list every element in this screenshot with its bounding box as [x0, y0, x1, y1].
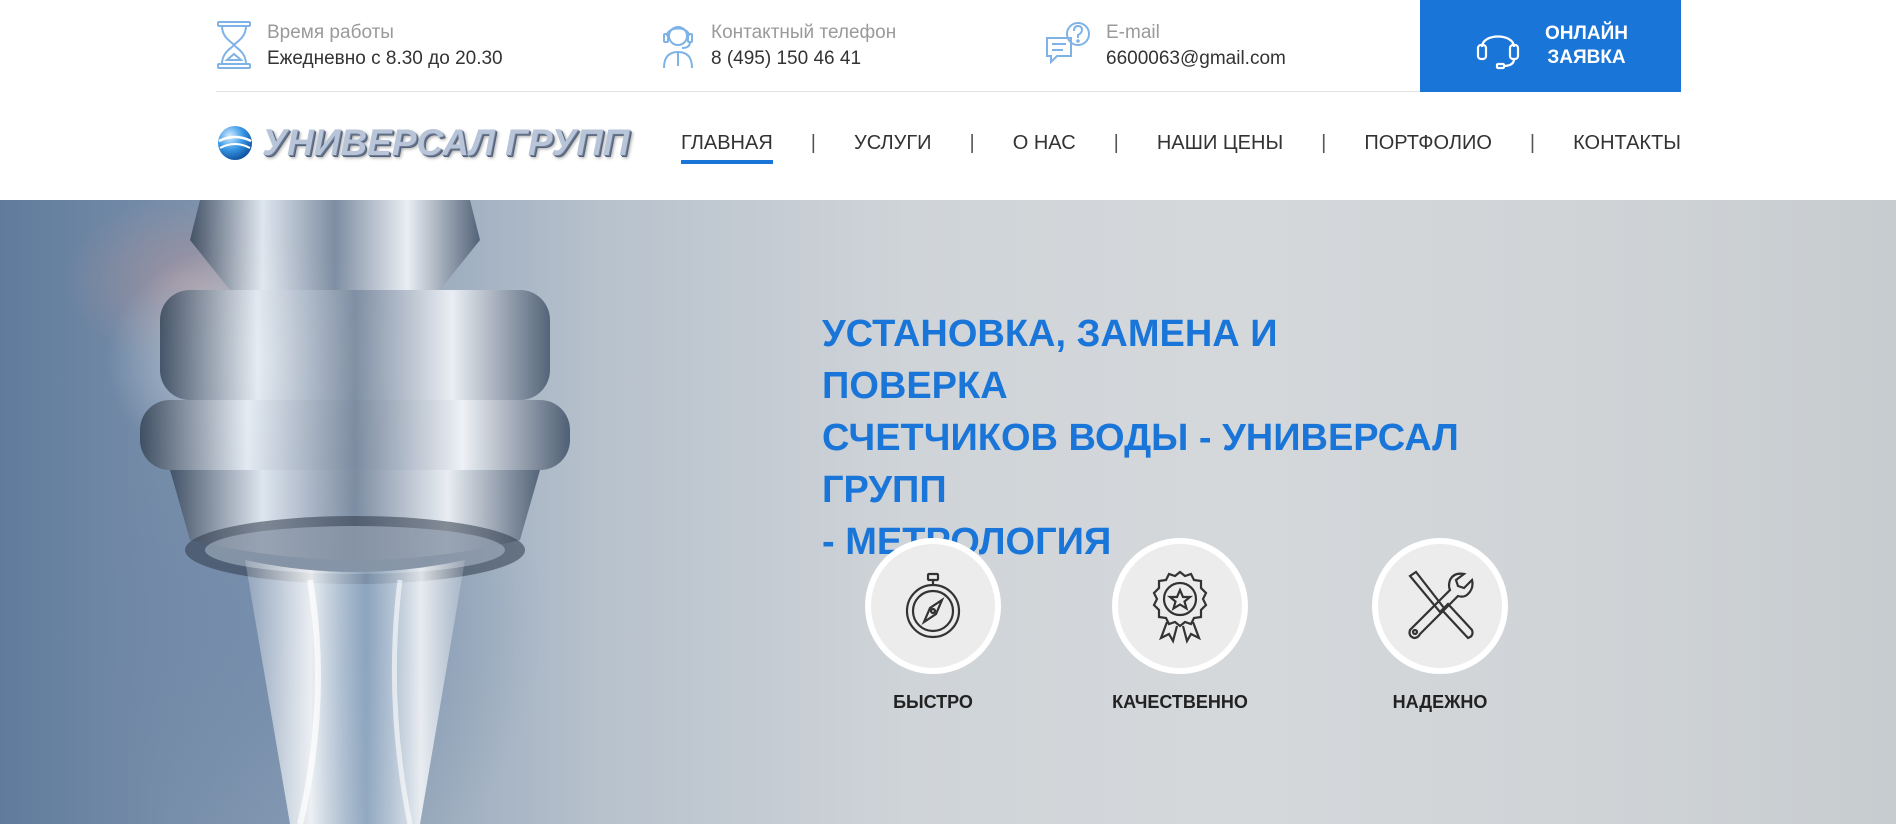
online-request-button[interactable]: ОНЛАЙН ЗАЯВКА [1420, 0, 1681, 92]
hero-banner: УСТАНОВКА, ЗАМЕНА И ПОВЕРКА СЧЕТЧИКОВ ВО… [0, 200, 1896, 824]
header-divider [216, 91, 1420, 92]
phone-block: Контактный телефон 8 (495) 150 46 41 [660, 20, 896, 72]
feature-reliable: НАДЕЖНО [1340, 538, 1540, 713]
nav-item-home[interactable]: ГЛАВНАЯ [681, 132, 773, 164]
award-badge-icon [1152, 570, 1208, 644]
phone-value[interactable]: 8 (495) 150 46 41 [711, 46, 896, 72]
feature-fast: БЫСТРО [833, 538, 1033, 713]
top-bar: Время работы Ежедневно с 8.30 до 20.30 К… [0, 0, 1896, 92]
feature-reliable-label: НАДЕЖНО [1392, 692, 1488, 712]
online-request-line1: ОНЛАЙН [1545, 23, 1628, 44]
nav-item-about[interactable]: О НАС [1013, 132, 1076, 164]
logo-globe-icon [218, 126, 252, 160]
feature-quality-label: КАЧЕСТВЕННО [1112, 692, 1248, 712]
site-logo[interactable]: УНИВЕРСАЛ ГРУПП [216, 122, 629, 164]
feature-fast-circle [865, 538, 1001, 674]
feature-reliable-circle [1372, 538, 1508, 674]
feature-fast-label: БЫСТРО [893, 692, 973, 712]
hero-headline-line1: УСТАНОВКА, ЗАМЕНА И ПОВЕРКА [822, 313, 1278, 407]
nav-item-services[interactable]: УСЛУГИ [854, 132, 932, 164]
nav-separator: | [1321, 132, 1327, 154]
nav-separator: | [810, 132, 816, 154]
hero-headline-line2: СЧЕТЧИКОВ ВОДЫ - УНИВЕРСАЛ ГРУПП [822, 417, 1459, 511]
stopwatch-compass-icon [905, 572, 961, 639]
hero-headline: УСТАНОВКА, ЗАМЕНА И ПОВЕРКА СЧЕТЧИКОВ ВО… [822, 308, 1462, 568]
feature-quality-circle [1112, 538, 1248, 674]
email-block: E-mail 6600063@gmail.com [1045, 20, 1286, 72]
operator-icon [663, 26, 693, 69]
headset-icon [1476, 35, 1520, 70]
online-request-line2: ЗАЯВКА [1547, 47, 1626, 68]
nav-item-prices[interactable]: НАШИ ЦЕНЫ [1157, 132, 1283, 164]
main-navigation: ГЛАВНАЯ | УСЛУГИ | О НАС | НАШИ ЦЕНЫ | П… [681, 132, 1681, 164]
chat-question-icon [1046, 22, 1090, 65]
tools-icon [1408, 570, 1474, 640]
faucet-water-image [140, 200, 570, 824]
phone-label: Контактный телефон [711, 22, 897, 43]
nav-item-portfolio[interactable]: ПОРТФОЛИО [1364, 132, 1492, 164]
brand-name: УНИВЕРСАЛ ГРУПП [262, 122, 630, 163]
hourglass-icon [217, 21, 251, 69]
email-label: E-mail [1106, 22, 1160, 43]
feature-quality: КАЧЕСТВЕННО [1080, 538, 1280, 713]
email-value[interactable]: 6600063@gmail.com [1106, 46, 1286, 72]
nav-separator: | [1529, 132, 1536, 154]
working-hours-block: Время работы Ежедневно с 8.30 до 20.30 [216, 20, 503, 72]
nav-separator: | [1113, 132, 1119, 154]
working-hours-value: Ежедневно с 8.30 до 20.30 [267, 48, 503, 69]
nav-separator: | [969, 132, 975, 154]
working-hours-label: Время работы [267, 22, 394, 43]
nav-item-contacts[interactable]: КОНТАКТЫ [1573, 132, 1681, 164]
